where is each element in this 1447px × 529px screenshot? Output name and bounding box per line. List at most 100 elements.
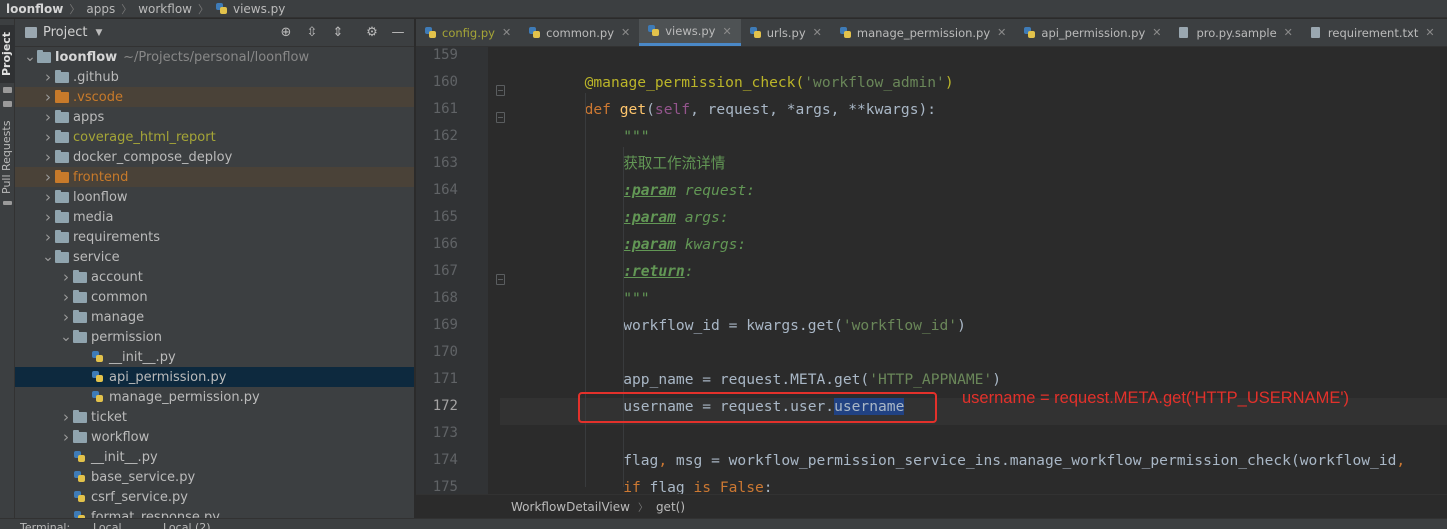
code-token: :param (623, 209, 676, 226)
chevron-right-icon[interactable]: › (41, 187, 55, 207)
tree-folder-item[interactable]: › docker_compose_deploy (15, 147, 414, 167)
tree-file-item[interactable]: __init__.py (15, 347, 414, 367)
tree-folder-item[interactable]: › media (15, 207, 414, 227)
chevron-right-icon[interactable]: › (41, 127, 55, 147)
code-breadcrumb-item[interactable]: WorkflowDetailView (511, 500, 630, 514)
bottom-tool-tab[interactable]: Local (93, 521, 122, 529)
code-breadcrumb-item[interactable]: get() (656, 500, 685, 514)
tree-folder-item[interactable]: › requirements (15, 227, 414, 247)
close-icon[interactable]: ✕ (1152, 26, 1161, 39)
code-token: :param (623, 182, 676, 199)
fold-marker-icon[interactable] (496, 112, 505, 123)
close-icon[interactable]: ✕ (997, 26, 1006, 39)
chevron-right-icon[interactable]: › (59, 427, 73, 447)
tree-file-item[interactable]: __init__.py (15, 447, 414, 467)
gear-icon[interactable]: ⚙ (364, 24, 380, 40)
tree-folder-item[interactable]: ⌄ service (15, 247, 414, 267)
chevron-right-icon[interactable]: › (41, 207, 55, 227)
tree-folder-item[interactable]: › .github (15, 67, 414, 87)
editor-tab[interactable]: urls.py ✕ (741, 19, 831, 46)
chevron-right-icon[interactable]: › (41, 147, 55, 167)
tree-item-label: apps (73, 109, 105, 125)
chevron-down-icon[interactable]: ⌄ (23, 47, 37, 67)
code-line: :param kwargs: (623, 231, 746, 258)
tree-folder-item[interactable]: › loonflow (15, 187, 414, 207)
tree-file-item[interactable]: api_permission.py (15, 367, 414, 387)
close-icon[interactable]: ✕ (621, 26, 630, 39)
chevron-right-icon[interactable]: › (41, 107, 55, 127)
close-icon[interactable]: ✕ (1425, 26, 1434, 39)
left-tool-stripe: Project Pull Requests (0, 19, 15, 529)
expand-all-icon[interactable]: ⇳ (304, 24, 320, 40)
folder-icon (55, 249, 69, 263)
chevron-right-icon[interactable]: › (59, 307, 73, 327)
chevron-right-icon[interactable]: › (59, 407, 73, 427)
chevron-right-icon[interactable]: › (41, 87, 55, 107)
chevron-down-icon[interactable]: ⌄ (59, 327, 73, 347)
chevron-right-icon[interactable]: › (41, 167, 55, 187)
bottom-tool-tab[interactable]: Local (2) (163, 521, 211, 529)
minimize-icon[interactable]: — (390, 24, 406, 40)
chevron-right-icon[interactable]: › (41, 67, 55, 87)
fold-marker-icon[interactable] (496, 274, 505, 285)
highlight-box (578, 392, 937, 423)
tree-folder-item[interactable]: › apps (15, 107, 414, 127)
tree-item-label: account (91, 269, 143, 285)
code-breadcrumb: WorkflowDetailView 〉 get() (416, 494, 1447, 518)
pull-requests-tool-button[interactable]: Pull Requests (0, 117, 15, 197)
tree-file-item[interactable]: base_service.py (15, 467, 414, 487)
project-tool-button[interactable]: Project (0, 25, 15, 83)
breadcrumb-item[interactable]: apps (86, 2, 115, 16)
tree-file-item[interactable]: csrf_service.py (15, 487, 414, 507)
close-icon[interactable]: ✕ (722, 25, 731, 38)
tree-folder-item[interactable]: ⌄ loonflow ~/Projects/personal/loonflow (15, 47, 414, 67)
editor-tab[interactable]: views.py ✕ (639, 19, 741, 46)
tree-file-item[interactable]: manage_permission.py (15, 387, 414, 407)
folder-icon (73, 329, 87, 343)
collapse-all-icon[interactable]: ⇕ (330, 24, 346, 40)
chevron-right-icon[interactable]: › (59, 267, 73, 287)
tree-item-label: service (73, 249, 120, 265)
tree-folder-item[interactable]: › common (15, 287, 414, 307)
editor-tab[interactable]: requirement.txt ✕ (1302, 19, 1444, 46)
editor-tab[interactable]: manage_permission.py ✕ (831, 19, 1016, 46)
tree-folder-item[interactable]: › ticket (15, 407, 414, 427)
tree-item-label: csrf_service.py (91, 489, 188, 505)
tree-folder-item[interactable]: › .vscode (15, 87, 414, 107)
tree-folder-item[interactable]: › coverage_html_report (15, 127, 414, 147)
close-icon[interactable]: ✕ (1284, 26, 1293, 39)
breadcrumb-item[interactable]: loonflow (6, 2, 63, 16)
chevron-right-icon[interactable]: › (41, 227, 55, 247)
editor-tab[interactable]: update.md (1444, 19, 1447, 46)
code-token: request: (675, 182, 755, 199)
editor-tab[interactable]: common.py ✕ (520, 19, 639, 46)
project-panel-header: Project ▼ ⊕ ⇳ ⇕ ⚙ — (15, 19, 414, 47)
breadcrumb-item[interactable]: workflow (138, 2, 192, 16)
tree-folder-item[interactable]: › workflow (15, 427, 414, 447)
tree-folder-item[interactable]: › frontend (15, 167, 414, 187)
tree-folder-item[interactable]: ⌄ permission (15, 327, 414, 347)
code-token: : (684, 263, 694, 280)
chevron-down-icon[interactable]: ▼ (95, 28, 102, 38)
code-area[interactable]: @manage_permission_check('workflow_admin… (488, 47, 1447, 499)
tree-item-label: common (91, 289, 148, 305)
tree-folder-item[interactable]: › account (15, 267, 414, 287)
editor-tab[interactable]: pro.py.sample ✕ (1170, 19, 1301, 46)
breadcrumb-item[interactable]: views.py (233, 2, 285, 16)
folder-icon (55, 69, 69, 83)
chevron-right-icon[interactable]: › (59, 287, 73, 307)
close-icon[interactable]: ✕ (813, 26, 822, 39)
code-token: 'workflow_id' (842, 317, 958, 334)
tree-item-label: workflow (91, 429, 150, 445)
folder-icon (55, 209, 69, 223)
project-panel-title[interactable]: Project (43, 25, 87, 40)
tree-item-label: manage (91, 309, 145, 325)
fold-marker-icon[interactable] (496, 85, 505, 96)
code-editor: config.py ✕ common.py ✕ views.py ✕ urls.py ✕ man… (416, 19, 1447, 529)
chevron-down-icon[interactable]: ⌄ (41, 247, 55, 267)
bottom-tool-tab[interactable]: Terminal: (20, 521, 70, 529)
locate-icon[interactable]: ⊕ (278, 24, 294, 40)
editor-tab[interactable]: api_permission.py ✕ (1015, 19, 1170, 46)
close-icon[interactable]: ✕ (502, 26, 511, 39)
tree-folder-item[interactable]: › manage (15, 307, 414, 327)
